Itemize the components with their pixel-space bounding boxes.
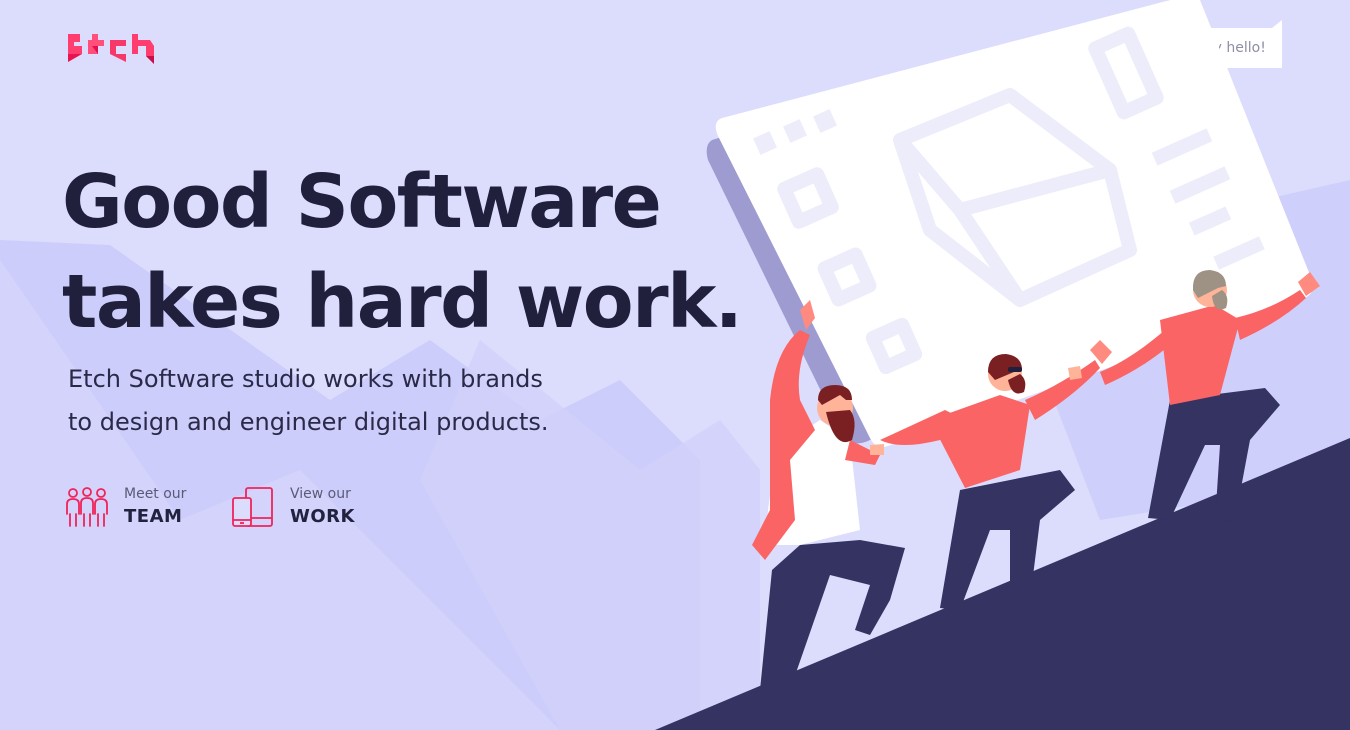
meet-our-team-link[interactable]: Meet our TEAM bbox=[64, 484, 186, 530]
team-link-label: TEAM bbox=[124, 506, 183, 527]
team-icon bbox=[66, 487, 108, 527]
team-link-small: Meet our bbox=[124, 486, 187, 502]
etch-logo[interactable] bbox=[66, 32, 156, 66]
work-link-small: View our bbox=[290, 486, 351, 502]
subtitle-line-2: to design and engineer digital products. bbox=[68, 408, 549, 436]
hero-subtitle: Etch Software studio works with brands t… bbox=[68, 358, 688, 444]
hero-illustration bbox=[655, 0, 1350, 730]
devices-icon bbox=[232, 487, 273, 527]
work-link-label: WORK bbox=[290, 506, 355, 527]
view-our-work-link[interactable]: View our WORK bbox=[230, 484, 355, 530]
subtitle-line-1: Etch Software studio works with brands bbox=[68, 365, 543, 393]
